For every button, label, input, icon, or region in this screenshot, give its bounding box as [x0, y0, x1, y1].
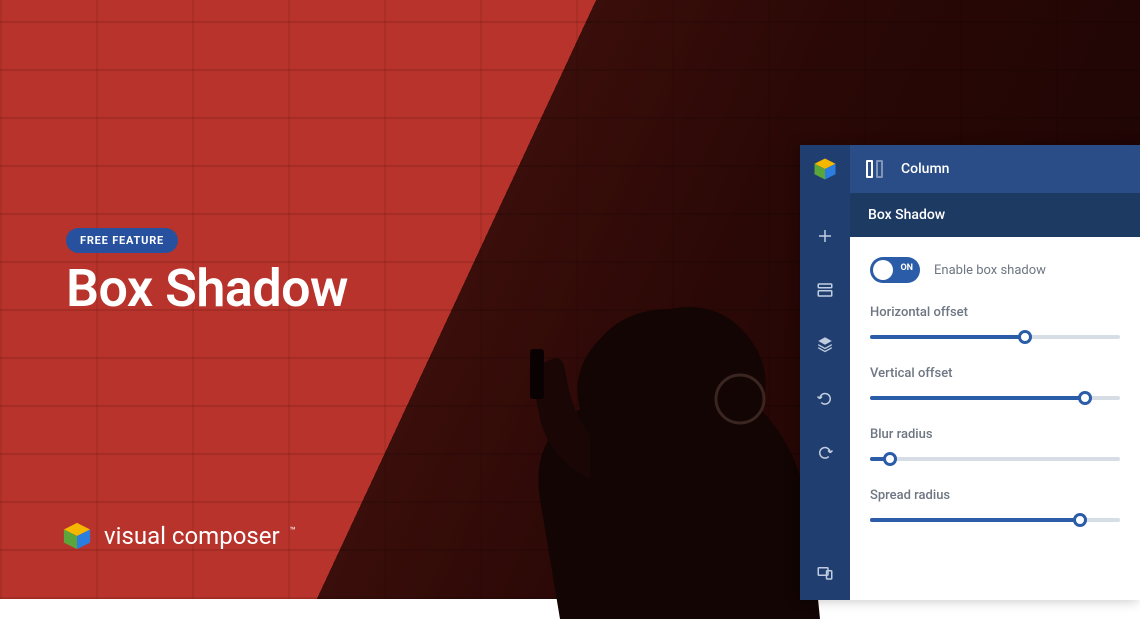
enable-shadow-toggle[interactable]: ON — [870, 257, 920, 283]
sidebar-layers-button[interactable] — [800, 317, 850, 371]
brand-name: visual composer — [104, 522, 280, 550]
undo-icon — [816, 389, 834, 407]
horizontal-offset-group: Horizontal offset — [870, 305, 1120, 344]
panel-title: Column — [901, 161, 949, 177]
feature-badge: FREE FEATURE — [66, 228, 178, 253]
blur-radius-label: Blur radius — [870, 427, 1120, 442]
vertical-offset-group: Vertical offset — [870, 366, 1120, 405]
sidebar-undo-button[interactable] — [800, 371, 850, 425]
settings-panel: Column Box Shadow ON Enable box shadow H… — [800, 145, 1140, 600]
toggle-on-label: ON — [900, 263, 913, 273]
enable-shadow-label: Enable box shadow — [934, 263, 1046, 278]
toggle-knob — [873, 260, 893, 280]
enable-shadow-row: ON Enable box shadow — [870, 257, 1120, 283]
panel-sidebar — [800, 145, 850, 600]
trademark-icon: ™ — [290, 526, 296, 537]
visual-composer-logo-icon — [813, 157, 837, 181]
panel-content: Column Box Shadow ON Enable box shadow H… — [850, 145, 1140, 600]
brand-lockup: visual composer ™ — [62, 521, 296, 551]
column-icon — [866, 160, 883, 178]
person-silhouette — [440, 279, 820, 619]
hero-banner: FREE FEATURE Box Shadow visual composer … — [0, 0, 1140, 599]
sidebar-add-button[interactable] — [800, 209, 850, 263]
plus-icon — [816, 227, 834, 245]
sidebar-devices-button[interactable] — [800, 546, 850, 600]
spread-radius-group: Spread radius — [870, 488, 1120, 527]
horizontal-offset-label: Horizontal offset — [870, 305, 1120, 320]
blur-radius-slider[interactable] — [870, 452, 1120, 466]
horizontal-offset-slider[interactable] — [870, 330, 1120, 344]
blur-radius-group: Blur radius — [870, 427, 1120, 466]
spread-radius-slider[interactable] — [870, 513, 1120, 527]
vertical-offset-slider[interactable] — [870, 391, 1120, 405]
template-icon — [816, 281, 834, 299]
sidebar-template-button[interactable] — [800, 263, 850, 317]
sidebar-redo-button[interactable] — [800, 425, 850, 479]
panel-header: Column — [850, 145, 1140, 193]
visual-composer-logo-icon — [62, 521, 92, 551]
vertical-offset-label: Vertical offset — [870, 366, 1120, 381]
layers-icon — [816, 335, 834, 353]
redo-icon — [816, 443, 834, 461]
section-title: Box Shadow — [850, 193, 1140, 237]
spread-radius-label: Spread radius — [870, 488, 1120, 503]
panel-body: ON Enable box shadow Horizontal offset V… — [850, 237, 1140, 547]
devices-icon — [816, 564, 834, 582]
hero-title: Box Shadow — [66, 258, 348, 319]
